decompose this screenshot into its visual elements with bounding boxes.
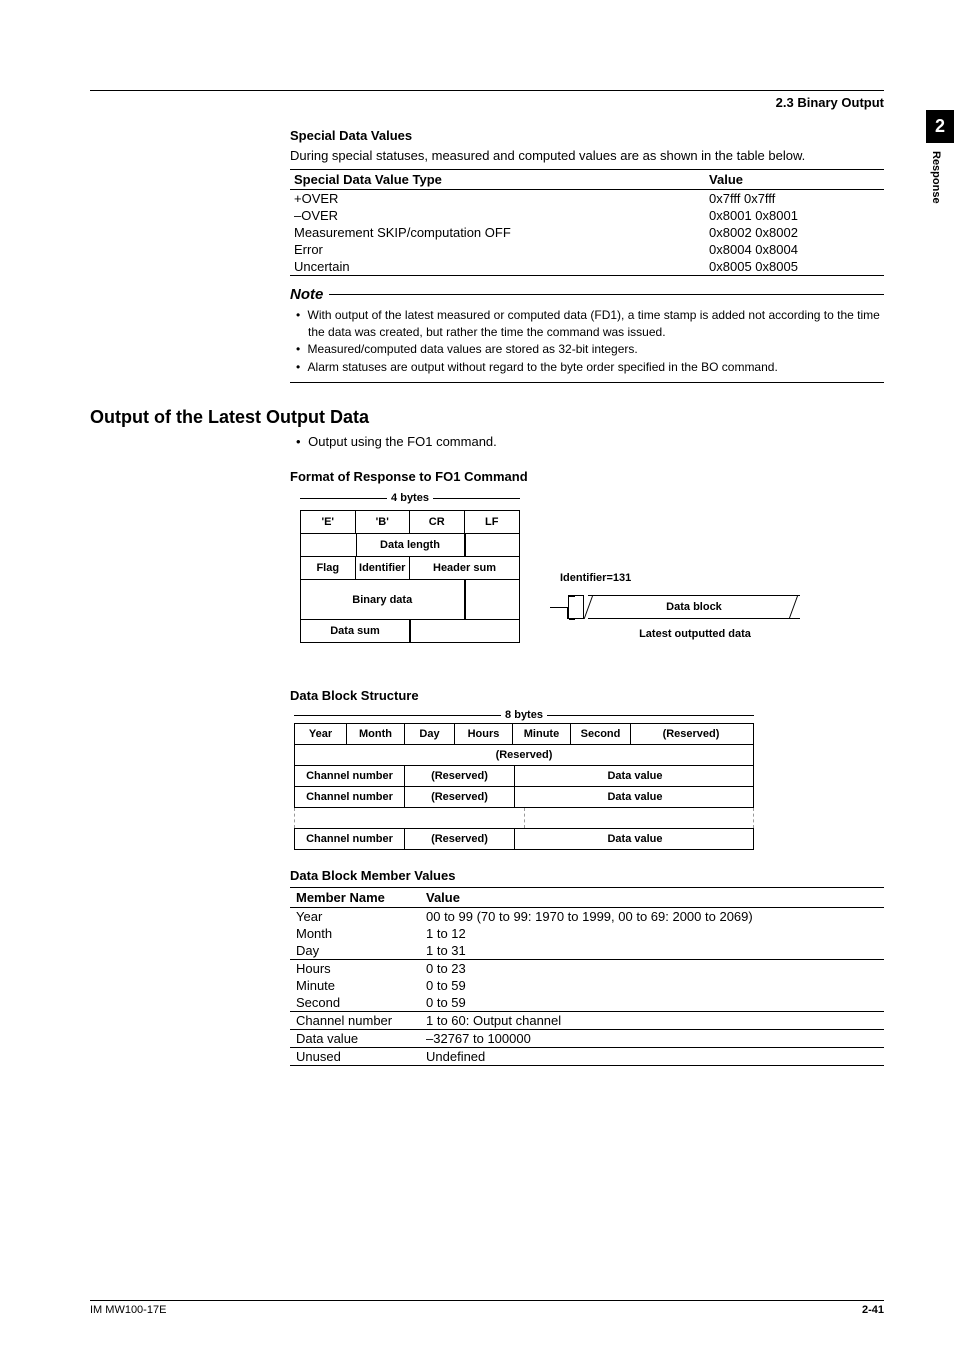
table-row: Month1 to 12 [290,925,884,942]
side-tab: 2 Response [926,110,954,212]
footer-left: IM MW100-17E [90,1304,166,1316]
note-heading: Note [290,286,323,303]
table-row: Day1 to 31 [290,942,884,960]
note-list: With output of the latest measured or co… [290,307,884,377]
chapter-label: Response [926,143,946,212]
table-row: UnusedUndefined [290,1048,884,1066]
table-row: Data value–32767 to 100000 [290,1030,884,1048]
data-block-structure-diagram: 8 bytes Year Month Day Hours Minute Seco… [290,709,884,850]
page-footer: IM MW100-17E 2-41 [90,1300,884,1316]
output-bullet: Output using the FO1 command. [308,434,884,449]
special-intro: During special statuses, measured and co… [290,147,884,165]
footer-right: 2-41 [862,1304,884,1316]
fo1-diagram: 4 bytes 'E' 'B' CR LF Data length Flag I… [290,492,884,682]
table-row: Channel number1 to 60: Output channel [290,1012,884,1030]
table-row: Year00 to 99 (70 to 99: 1970 to 1999, 00… [290,908,884,926]
output-title: Output of the Latest Output Data [90,407,884,428]
special-values-table: Special Data Value Type Value +OVER0x7ff… [290,169,884,276]
col-type: Special Data Value Type [290,169,705,189]
col-member: Member Name [290,888,420,908]
table-row: Minute0 to 59 [290,977,884,994]
section-header: 2.3 Binary Output [90,95,884,110]
member-values-table: Member Name Value Year00 to 99 (70 to 99… [290,887,884,1066]
chapter-number: 2 [926,110,954,143]
members-heading: Data Block Member Values [290,868,884,883]
table-row: Second0 to 59 [290,994,884,1012]
identifier-label: Identifier=131 [560,572,800,584]
table-row: Hours0 to 23 [290,960,884,978]
dbs-heading: Data Block Structure [290,688,884,703]
format-heading: Format of Response to FO1 Command [290,469,884,484]
col-value: Value [705,169,884,189]
latest-label: Latest outputted data [550,628,800,640]
col-value: Value [420,888,884,908]
special-heading: Special Data Values [290,128,884,143]
